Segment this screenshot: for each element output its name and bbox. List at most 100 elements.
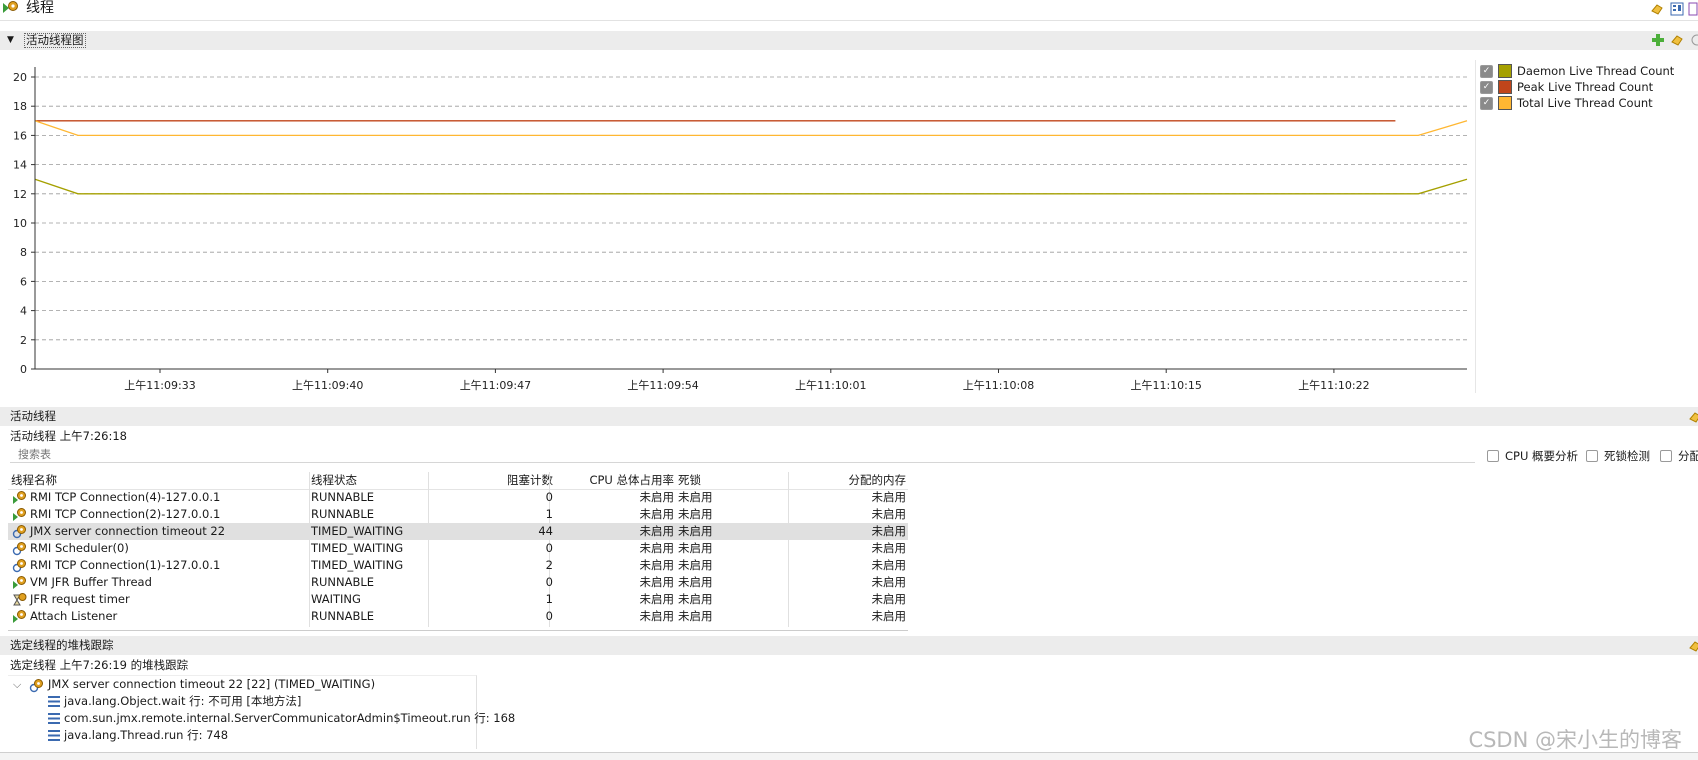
threads-section-title: 活动线程 [10, 409, 56, 423]
checkbox-box[interactable] [1660, 450, 1672, 462]
view-menu-icon[interactable] [1688, 2, 1698, 16]
table-row[interactable]: VM JFR Buffer Thread RUNNABLE 0 未启用 未启用 未启用 [8, 574, 908, 591]
column-header-memory[interactable]: 分配的内存 [788, 472, 907, 489]
y-tick-label: 14 [13, 159, 27, 172]
cpu-usage-cell: 未启用 [639, 575, 675, 589]
cpu-usage-cell: 未启用 [639, 490, 675, 504]
legend-label: Peak Live Thread Count [1517, 80, 1654, 94]
allocation-checkbox[interactable]: 分配 [1660, 448, 1698, 464]
y-tick-label: 4 [20, 305, 27, 318]
thread-state-cell: RUNNABLE [311, 490, 375, 504]
blocked-count-cell: 0 [545, 609, 553, 623]
legend-item[interactable]: ✓ Daemon Live Thread Count [1480, 63, 1674, 79]
allocated-memory-cell: 未启用 [871, 541, 907, 555]
legend-checkbox[interactable]: ✓ [1480, 96, 1493, 110]
layout-icon[interactable] [1670, 2, 1684, 16]
column-header-name[interactable]: 线程名称 [11, 472, 57, 489]
cpu-usage-cell: 未启用 [639, 609, 675, 623]
blocked-count-cell: 1 [545, 592, 553, 606]
table-row-clipped [8, 627, 908, 631]
thread-state-cell: WAITING [311, 592, 361, 606]
legend-checkbox[interactable]: ✓ [1480, 64, 1493, 78]
x-tick-label: 上午11:09:33 [124, 379, 195, 392]
y-tick-label: 20 [13, 71, 27, 84]
deadlock-cell: 未启用 [678, 575, 713, 589]
series-line-2 [34, 120, 1468, 137]
allocated-memory-cell: 未启用 [871, 490, 907, 504]
deadlock-cell: 未启用 [678, 541, 713, 555]
search-table-input[interactable] [10, 447, 1475, 463]
stack-frame[interactable]: java.lang.Object.wait 行: 不可用 [本地方法] [64, 693, 301, 710]
refresh-threads-icon[interactable] [1688, 410, 1698, 424]
page-title: 线程 [26, 0, 54, 16]
table-row[interactable]: RMI TCP Connection(4)-127.0.0.1 RUNNABLE 0… [8, 489, 908, 506]
column-header-cpu[interactable]: CPU 总体占用率 [556, 472, 674, 489]
checkbox-box[interactable] [1586, 450, 1598, 462]
legend-item[interactable]: ✓ Peak Live Thread Count [1480, 79, 1653, 95]
x-tick-label: 上午11:09:54 [627, 379, 698, 392]
deadlock-cell: 未启用 [678, 558, 713, 572]
allocated-memory-cell: 未启用 [871, 507, 907, 521]
legend-checkbox[interactable]: ✓ [1480, 80, 1493, 94]
thread-state-cell: TIMED_WAITING [311, 541, 404, 555]
x-tick-label: 上午11:10:15 [1130, 379, 1201, 392]
allocated-memory-cell: 未启用 [871, 524, 907, 538]
table-row[interactable]: Attach Listener RUNNABLE 0 未启用 未启用 未启用 [8, 608, 908, 625]
y-tick-label: 0 [20, 363, 27, 376]
table-row[interactable]: RMI TCP Connection(2)-127.0.0.1 RUNNABLE 1… [8, 506, 908, 523]
stack-frame[interactable]: java.lang.Thread.run 行: 748 [64, 727, 228, 744]
expand-chevron-icon[interactable]: ⌵ [13, 678, 21, 692]
cpu-usage-cell: 未启用 [639, 524, 675, 538]
thread-name-cell: VM JFR Buffer Thread [30, 575, 152, 589]
deadlock-cell: 未启用 [678, 507, 713, 521]
table-row[interactable]: JMX server connection timeout 22 TIMED_WA… [8, 523, 908, 540]
column-header-blocked[interactable]: 阻塞计数 [428, 472, 553, 489]
table-row[interactable]: RMI TCP Connection(1)-127.0.0.1 TIMED_WAI… [8, 557, 908, 574]
checkbox-box[interactable] [1487, 450, 1499, 462]
y-tick-label: 8 [20, 246, 27, 259]
refresh-chart-icon[interactable] [1670, 33, 1684, 47]
x-tick-label: 上午11:10:08 [963, 379, 1034, 392]
stack-frame-icon [48, 730, 60, 741]
x-tick-label: 上午11:09:40 [292, 379, 363, 392]
column-header-state[interactable]: 线程状态 [311, 472, 357, 489]
legend-item[interactable]: ✓ Total Live Thread Count [1480, 95, 1653, 111]
settings-icon[interactable] [1690, 33, 1698, 47]
stack-thread-node[interactable]: JMX server connection timeout 22 [22] (T… [48, 676, 375, 693]
stack-frame-icon [48, 696, 60, 707]
allocated-memory-cell: 未启用 [871, 558, 907, 572]
deadlock-cell: 未启用 [678, 490, 713, 504]
table-row[interactable]: RMI Scheduler(0) TIMED_WAITING 0 未启用 未启用 未启用 [8, 540, 908, 557]
table-header: 线程名称 线程状态 阻塞计数 CPU 总体占用率 死锁 分配的内存 [8, 472, 908, 490]
refresh-stack-icon[interactable] [1688, 639, 1698, 653]
table-row[interactable]: JFR request timer WAITING 1 未启用 未启用 未启用 [8, 591, 908, 608]
allocated-memory-cell: 未启用 [871, 609, 907, 623]
y-tick-label: 12 [13, 188, 27, 201]
threads-section-header: 活动线程 [0, 407, 1698, 426]
legend-label: Total Live Thread Count [1517, 96, 1653, 110]
thread-state-cell: RUNNABLE [311, 609, 375, 623]
stack-section-title: 选定线程的堆栈跟踪 [10, 638, 114, 652]
blocked-count-cell: 0 [545, 541, 553, 555]
thread-waiting-icon [12, 524, 27, 539]
thread-name-cell: RMI TCP Connection(4)-127.0.0.1 [30, 490, 221, 504]
thread-running-icon [12, 609, 27, 624]
blocked-count-cell: 0 [545, 490, 553, 504]
deadlock-detection-checkbox[interactable]: 死锁检测 [1586, 448, 1650, 464]
blocked-count-cell: 1 [545, 507, 553, 521]
stack-frame[interactable]: com.sun.jmx.remote.internal.ServerCommun… [64, 710, 515, 727]
collapse-arrow-icon[interactable]: ▼ [7, 31, 14, 50]
thread-name-cell: JFR request timer [30, 592, 130, 606]
deadlock-cell: 未启用 [678, 592, 713, 606]
active-threads-chart: 0 2 4 6 8 10 12 14 16 18 20 上午11:09:33 上午11:09:40 上午1… [13, 67, 1468, 392]
allocated-memory-cell: 未启用 [871, 592, 907, 606]
deadlock-cell: 未启用 [678, 609, 713, 623]
deadlock-detection-label: 死锁检测 [1604, 449, 1650, 463]
refresh-icon[interactable] [1650, 2, 1664, 16]
chart-section-title[interactable]: 活动线程图 [24, 33, 86, 48]
cpu-usage-cell: 未启用 [639, 558, 675, 572]
add-icon[interactable] [1651, 33, 1665, 47]
column-header-deadlock[interactable]: 死锁 [678, 472, 701, 489]
cpu-profiling-checkbox[interactable]: CPU 概要分析 [1487, 448, 1578, 464]
stack-frame-icon [48, 713, 60, 724]
